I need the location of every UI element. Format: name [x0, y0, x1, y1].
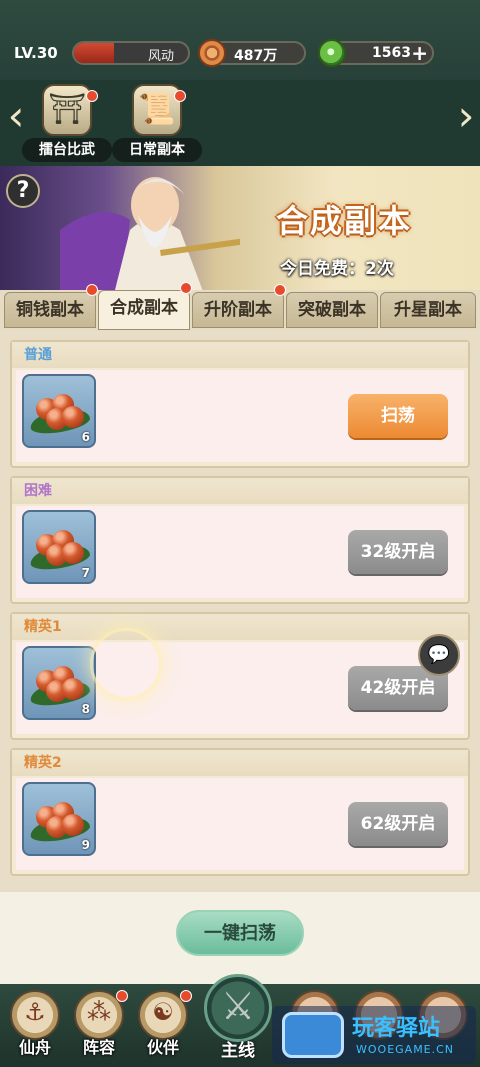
jade-icon	[318, 39, 346, 67]
notification-dot	[274, 284, 286, 296]
sage-hero-illustration	[60, 177, 240, 292]
sweep-all-button[interactable]: 一键扫荡	[176, 910, 304, 956]
crossed-swords-icon: ⚔	[220, 984, 256, 1028]
ship-icon: ⚓	[24, 998, 46, 1026]
reward-item[interactable]: 8	[22, 646, 96, 720]
nav-formation[interactable]: ⁂ 阵容	[70, 990, 128, 1060]
notification-dot	[86, 284, 98, 296]
activity-arena[interactable]: ⛩ 擂台比武	[22, 84, 112, 164]
tab-copper-dungeon[interactable]: 铜钱副本	[4, 292, 96, 328]
nav-ship[interactable]: ⚓ 仙舟	[6, 990, 64, 1060]
nav-label: 主线	[221, 1041, 255, 1061]
activity-label: 日常副本	[112, 138, 202, 162]
chat-icon[interactable]: 💬	[418, 634, 460, 676]
difficulty-label: 困难	[12, 478, 468, 504]
arena-icon: ⛩	[42, 84, 92, 136]
activity-daily-dungeon[interactable]: 📜 日常副本	[112, 84, 202, 164]
stage-card-elite-1: 精英1 8 42级开启	[10, 612, 470, 740]
nav-label: 阵容	[82, 1038, 115, 1057]
reward-item[interactable]: 9	[22, 782, 96, 856]
item-count: 6	[81, 430, 90, 444]
notification-dot	[174, 90, 186, 102]
status-bar	[0, 0, 480, 80]
help-button[interactable]: ?	[6, 174, 40, 208]
difficulty-label: 精英2	[12, 750, 468, 776]
reward-item[interactable]: 7	[22, 510, 96, 584]
banner-title: 合成副本	[276, 202, 413, 240]
nav-label: 伙伴	[146, 1038, 179, 1057]
free-attempts-label: 今日免费：2次	[280, 259, 394, 279]
item-count: 8	[81, 702, 90, 716]
player-level: LV.30	[14, 44, 58, 62]
copper-currency[interactable]: 487万	[198, 39, 306, 67]
formation-icon: ⁂	[87, 998, 111, 1026]
stage-card-hard: 困难 7 32级开启	[10, 476, 470, 604]
scroll-right-icon[interactable]: ›	[452, 95, 480, 137]
item-count: 7	[81, 566, 90, 580]
nav-partner[interactable]: ☯ 伙伴	[134, 990, 192, 1060]
copper-amount: 487万	[234, 48, 278, 64]
notification-dot	[180, 282, 192, 294]
tab-synthesis-dungeon[interactable]: 合成副本	[98, 290, 190, 330]
stage-list[interactable]: 普通 6 扫荡 困难 7 32级开启 精英1 8 42级开启 精英2 9 62级…	[0, 330, 480, 900]
copper-coin-icon	[198, 39, 226, 67]
notification-dot	[116, 990, 128, 1002]
locked-button[interactable]: 62级开启	[348, 802, 448, 846]
difficulty-label: 普通	[12, 342, 468, 368]
add-jade-icon[interactable]: +	[411, 41, 428, 65]
partner-icon: ☯	[152, 998, 174, 1026]
stamina-bar[interactable]: 风动	[72, 41, 190, 65]
jade-currency[interactable]: 1563 +	[318, 39, 434, 67]
item-count: 9	[81, 838, 90, 852]
stamina-label: 风动	[147, 49, 174, 64]
activity-label: 擂台比武	[22, 138, 112, 162]
watermark-url: WOOEGAME.CN	[356, 1043, 455, 1056]
watermark-title: 玩客驿站	[352, 1016, 441, 1041]
watermark-robot-icon	[282, 1012, 344, 1058]
tab-star-dungeon[interactable]: 升星副本	[380, 292, 476, 328]
sweep-button[interactable]: 扫荡	[348, 394, 448, 438]
stage-card-normal: 普通 6 扫荡	[10, 340, 470, 468]
nav-main-story[interactable]: ⚔ 主线	[200, 974, 276, 1064]
notification-dot	[86, 90, 98, 102]
reward-item[interactable]: 6	[22, 374, 96, 448]
locked-button[interactable]: 32级开启	[348, 530, 448, 574]
jade-amount: 1563	[372, 45, 411, 61]
tab-breakthrough-dungeon[interactable]: 突破副本	[286, 292, 378, 328]
difficulty-label: 精英1	[12, 614, 468, 640]
tab-upgrade-dungeon[interactable]: 升阶副本	[192, 292, 284, 328]
tap-highlight	[90, 628, 162, 700]
nav-label: 仙舟	[18, 1038, 51, 1057]
stamina-fill	[74, 43, 114, 63]
notification-dot	[180, 990, 192, 1002]
stage-card-elite-2: 精英2 9 62级开启	[10, 748, 470, 876]
